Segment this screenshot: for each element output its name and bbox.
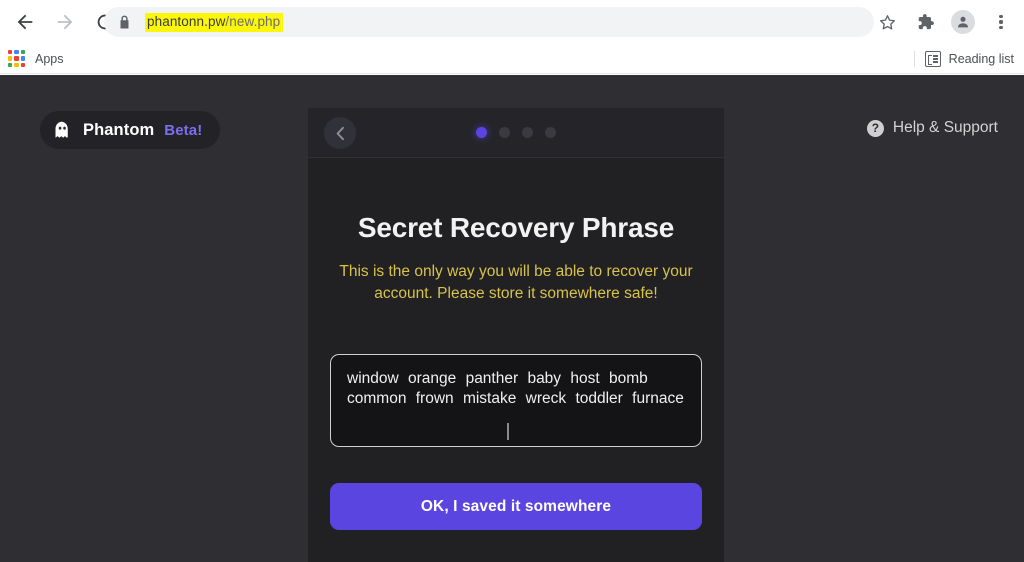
reading-list-label: Reading list: [948, 52, 1014, 66]
text-cursor: [507, 423, 509, 440]
browser-toolbar: phantonn.pw/new.php: [0, 0, 1024, 44]
seed-phrase-box[interactable]: window orange panther baby host bomb com…: [330, 354, 702, 447]
onboarding-modal: Secret Recovery Phrase This is the only …: [308, 108, 724, 562]
toolbar-actions: [868, 0, 1024, 44]
back-arrow-icon: [17, 14, 33, 30]
toolbar-divider: [913, 51, 915, 67]
profile-button[interactable]: [946, 5, 980, 39]
url-path: /new.php: [225, 13, 281, 29]
brand-name: Phantom: [83, 120, 155, 139]
browser-chrome: phantonn.pw/new.php Apps Reading list: [0, 0, 1024, 75]
modal-header: [308, 108, 724, 158]
bookmarks-bar: Apps Reading list: [0, 44, 1024, 74]
puzzle-icon: [918, 14, 934, 30]
page-content: Phantom Beta! ? Help & Support Secret Re…: [0, 75, 1024, 562]
url-text: phantonn.pw/new.php: [145, 12, 284, 32]
step-dot-3[interactable]: [522, 127, 533, 138]
phantom-brand-pill[interactable]: Phantom Beta!: [40, 111, 221, 149]
step-dot-2[interactable]: [499, 127, 510, 138]
person-icon: [958, 16, 968, 28]
address-bar[interactable]: phantonn.pw/new.php: [104, 7, 874, 37]
url-host: phantonn.pw: [147, 13, 226, 29]
help-and-support-link[interactable]: ? Help & Support: [866, 119, 998, 137]
help-and-support-label: Help & Support: [892, 119, 998, 136]
lock-icon: [120, 15, 129, 28]
modal-body: Secret Recovery Phrase This is the only …: [308, 212, 724, 530]
forward-arrow-icon: [57, 14, 73, 30]
extensions-button[interactable]: [908, 5, 942, 39]
bookmark-button[interactable]: [870, 5, 904, 39]
brand-beta-badge: Beta!: [164, 121, 203, 139]
step-indicator: [308, 127, 724, 138]
reading-list-icon: [924, 51, 941, 67]
step-dot-4[interactable]: [545, 127, 556, 138]
question-circle-icon: ?: [866, 119, 884, 137]
apps-grid-icon[interactable]: [8, 50, 25, 67]
confirm-saved-button[interactable]: OK, I saved it somewhere: [330, 483, 702, 530]
chrome-menu-button[interactable]: [984, 5, 1018, 39]
page-title: Secret Recovery Phrase: [357, 212, 675, 243]
seed-phrase-words: window orange panther baby host bomb com…: [347, 370, 684, 407]
ghost-icon: [55, 121, 68, 138]
three-dots-icon: [999, 14, 1003, 30]
back-button[interactable]: [8, 5, 42, 39]
forward-button[interactable]: [48, 5, 82, 39]
apps-label[interactable]: Apps: [35, 52, 64, 66]
avatar: [951, 10, 975, 34]
screen: phantonn.pw/new.php Apps Reading list Ph…: [0, 0, 1024, 562]
reading-list-button[interactable]: Reading list: [913, 44, 1020, 74]
step-dot-1[interactable]: [476, 127, 487, 138]
star-icon: [879, 14, 895, 30]
warning-text: This is the only way you will be able to…: [339, 263, 693, 302]
